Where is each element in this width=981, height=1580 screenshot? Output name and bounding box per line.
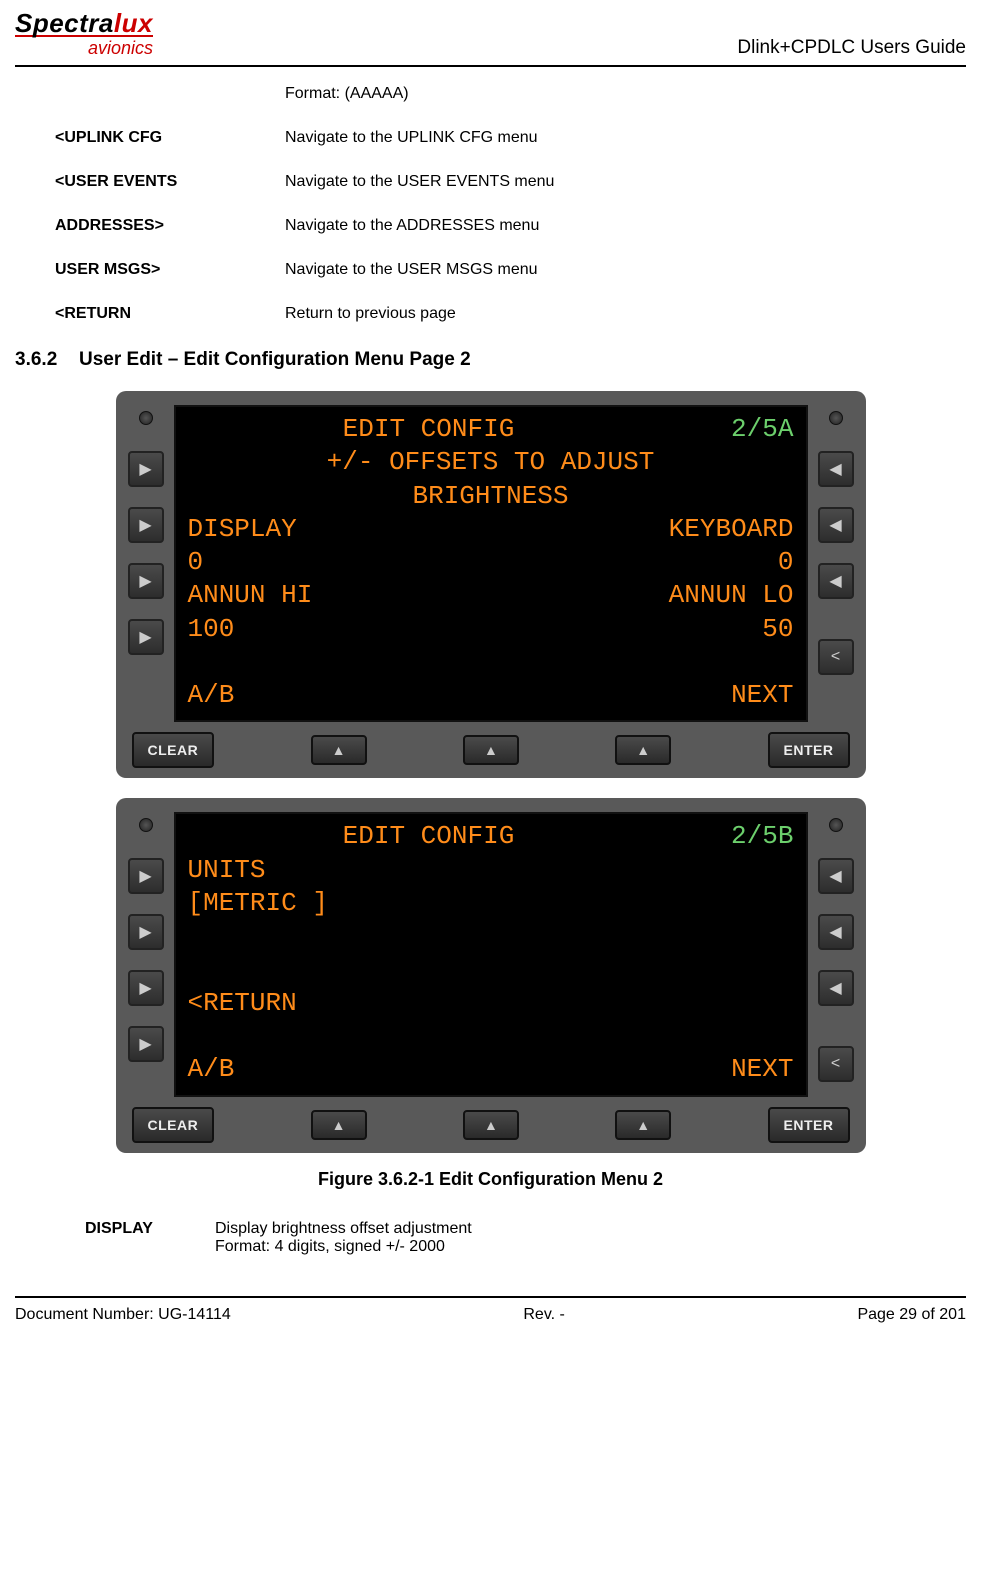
label-units: UNITS (188, 854, 266, 887)
term-user-msgs: USER MSGS> (55, 261, 285, 279)
enter-button[interactable]: ENTER (768, 1107, 850, 1143)
led-icon (829, 818, 843, 832)
def-row: USER MSGS> Navigate to the USER MSGS men… (55, 261, 926, 279)
up-arrow-button[interactable]: ▲ (311, 735, 367, 765)
lsk-l3[interactable]: ▶ (128, 970, 164, 1006)
screen-sub1: +/- OFFSETS TO ADJUST (188, 446, 794, 479)
lcd-screen-a: EDIT CONFIG 2/5A +/- OFFSETS TO ADJUST B… (174, 405, 808, 722)
device-panel-a: ▶ ▶ ▶ ▶ EDIT CONFIG 2/5A +/- OFFSETS TO … (116, 391, 866, 778)
lsk-r3[interactable]: ◀ (818, 563, 854, 599)
term-addresses: ADDRESSES> (55, 217, 285, 235)
lsk-l2[interactable]: ▶ (128, 507, 164, 543)
desc-addresses: Navigate to the ADDRESSES menu (285, 217, 926, 235)
lower-def-row: DISPLAY Display brightness offset adjust… (85, 1220, 926, 1256)
lsk-l3[interactable]: ▶ (128, 563, 164, 599)
value-annun-hi: 100 (188, 613, 235, 646)
label-ab: A/B (188, 1053, 235, 1086)
figure-wrap: ▶ ▶ ▶ ▶ EDIT CONFIG 2/5A +/- OFFSETS TO … (55, 385, 926, 1190)
value-annun-lo: 50 (762, 613, 793, 646)
lsk-l2[interactable]: ▶ (128, 914, 164, 950)
logo-text-b: lux (114, 8, 153, 38)
label-next: NEXT (731, 1053, 793, 1086)
desc-user-msgs: Navigate to the USER MSGS menu (285, 261, 926, 279)
term-display: DISPLAY (85, 1220, 215, 1256)
logo-main: Spectralux (15, 8, 153, 39)
clear-button[interactable]: CLEAR (132, 732, 215, 768)
lsk-r2[interactable]: ◀ (818, 914, 854, 950)
desc-line2: Format: 4 digits, signed +/- 2000 (215, 1238, 926, 1256)
desc-user-events: Navigate to the USER EVENTS menu (285, 173, 926, 191)
lsk-l4[interactable]: ▶ (128, 619, 164, 655)
left-lsk-column: ▶ ▶ ▶ ▶ (128, 812, 164, 1062)
term-uplink-cfg: <UPLINK CFG (55, 129, 285, 147)
up-arrow-button[interactable]: ▲ (615, 1110, 671, 1140)
up-arrow-button[interactable]: ▲ (311, 1110, 367, 1140)
label-return: <RETURN (188, 987, 297, 1020)
def-row: ADDRESSES> Navigate to the ADDRESSES men… (55, 217, 926, 235)
value-units: [METRIC ] (188, 887, 328, 920)
led-icon (829, 411, 843, 425)
screen-page: 2/5B (731, 820, 793, 853)
def-row: <USER EVENTS Navigate to the USER EVENTS… (55, 173, 926, 191)
term-user-events: <USER EVENTS (55, 173, 285, 191)
page-content: Format: (AAAAA) <UPLINK CFG Navigate to … (15, 67, 966, 1256)
label-display: DISPLAY (188, 513, 297, 546)
screen-title: EDIT CONFIG (343, 413, 515, 446)
label-keyboard: KEYBOARD (669, 513, 794, 546)
right-lsk-column: ◀ ◀ ◀ < (818, 405, 854, 675)
up-arrow-button[interactable]: ▲ (615, 735, 671, 765)
screen-title: EDIT CONFIG (343, 820, 515, 853)
back-icon[interactable]: < (818, 639, 854, 675)
desc-return: Return to previous page (285, 305, 926, 323)
section-number: 3.6.2 (15, 349, 79, 371)
format-note: Format: (AAAAA) (285, 85, 926, 103)
label-annun-hi: ANNUN HI (188, 579, 313, 612)
label-ab: A/B (188, 679, 235, 712)
term-return: <RETURN (55, 305, 285, 323)
desc-display: Display brightness offset adjustment For… (215, 1220, 926, 1256)
value-display: 0 (188, 546, 204, 579)
logo-text-a: Spectra (15, 8, 114, 38)
figure-caption: Figure 3.6.2-1 Edit Configuration Menu 2 (55, 1169, 926, 1190)
value-keyboard: 0 (778, 546, 794, 579)
label-next: NEXT (731, 679, 793, 712)
up-arrow-button[interactable]: ▲ (463, 1110, 519, 1140)
left-lsk-column: ▶ ▶ ▶ ▶ (128, 405, 164, 655)
screen-sub2: BRIGHTNESS (188, 480, 794, 513)
clear-button[interactable]: CLEAR (132, 1107, 215, 1143)
footer-doc-number: Document Number: UG-14114 (15, 1306, 231, 1324)
led-icon (139, 818, 153, 832)
section-heading: 3.6.2User Edit – Edit Configuration Menu… (15, 349, 926, 371)
lsk-r2[interactable]: ◀ (818, 507, 854, 543)
desc-uplink-cfg: Navigate to the UPLINK CFG menu (285, 129, 926, 147)
section-title: User Edit – Edit Configuration Menu Page… (79, 349, 471, 370)
up-arrow-button[interactable]: ▲ (463, 735, 519, 765)
def-row: <RETURN Return to previous page (55, 305, 926, 323)
def-row: <UPLINK CFG Navigate to the UPLINK CFG m… (55, 129, 926, 147)
device-panel-b: ▶ ▶ ▶ ▶ EDIT CONFIG 2/5B UNITS [METRIC ]… (116, 798, 866, 1152)
footer-page-number: Page 29 of 201 (857, 1306, 966, 1324)
lsk-l1[interactable]: ▶ (128, 858, 164, 894)
page-header: Spectralux avionics Dlink+CPDLC Users Gu… (15, 0, 966, 67)
screen-page: 2/5A (731, 413, 793, 446)
logo: Spectralux avionics (15, 8, 153, 59)
desc-line1: Display brightness offset adjustment (215, 1220, 926, 1238)
label-annun-lo: ANNUN LO (669, 579, 794, 612)
lsk-l1[interactable]: ▶ (128, 451, 164, 487)
lsk-l4[interactable]: ▶ (128, 1026, 164, 1062)
document-title: Dlink+CPDLC Users Guide (737, 37, 966, 59)
enter-button[interactable]: ENTER (768, 732, 850, 768)
lsk-r1[interactable]: ◀ (818, 858, 854, 894)
lcd-screen-b: EDIT CONFIG 2/5B UNITS [METRIC ] <RETURN… (174, 812, 808, 1096)
right-lsk-column: ◀ ◀ ◀ < (818, 812, 854, 1082)
back-icon[interactable]: < (818, 1046, 854, 1082)
footer-revision: Rev. - (523, 1306, 564, 1324)
page-footer: Document Number: UG-14114 Rev. - Page 29… (15, 1296, 966, 1332)
lsk-r3[interactable]: ◀ (818, 970, 854, 1006)
led-icon (139, 411, 153, 425)
lsk-r1[interactable]: ◀ (818, 451, 854, 487)
